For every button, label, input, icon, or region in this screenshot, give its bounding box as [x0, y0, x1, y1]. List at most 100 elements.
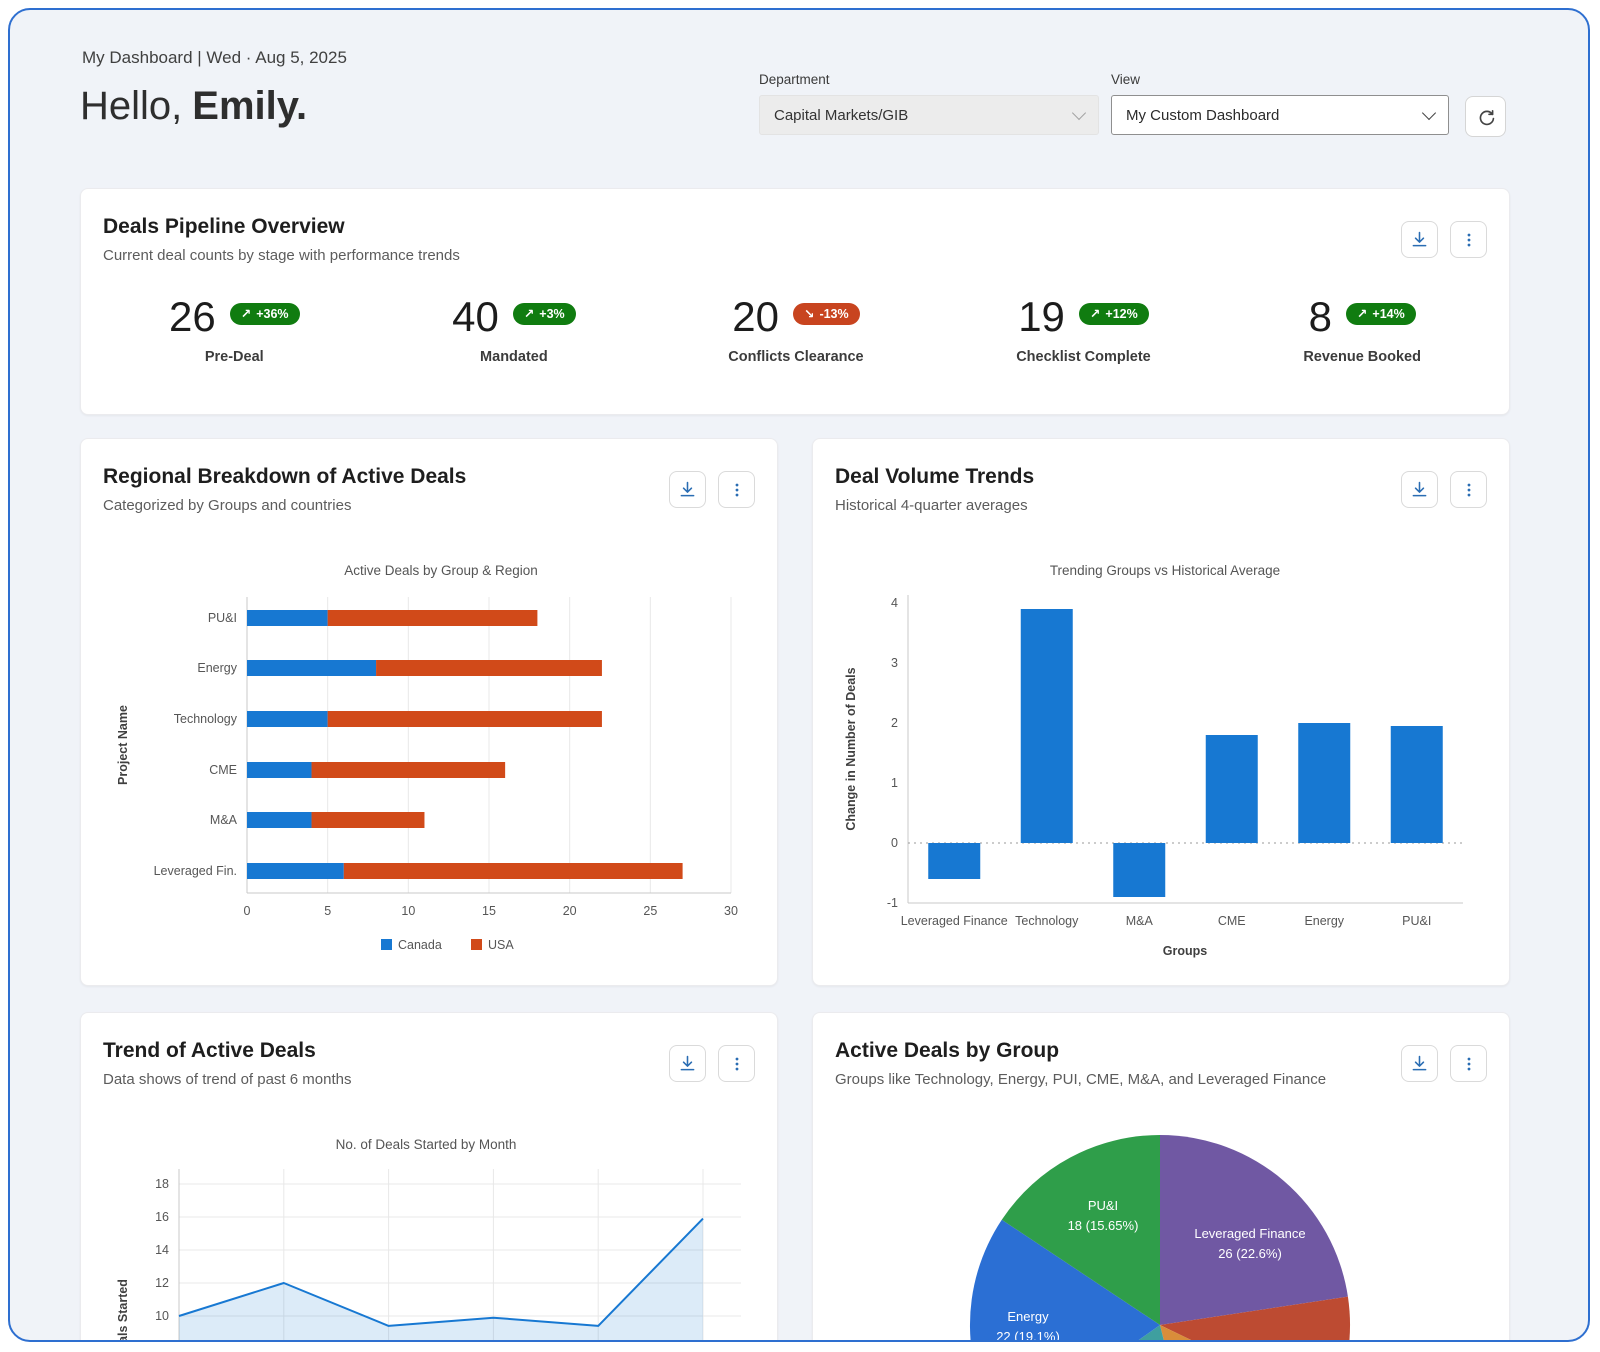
- svg-text:15: 15: [482, 904, 496, 918]
- kpi-label: Pre-Deal: [169, 349, 300, 365]
- svg-text:10: 10: [401, 904, 415, 918]
- deal-volume-trends-chart: Trending Groups vs Historical Average432…: [813, 555, 1509, 985]
- download-icon: [1409, 229, 1430, 250]
- kebab-menu-icon: [1459, 1054, 1479, 1074]
- card-title: Active Deals by Group: [835, 1039, 1059, 1063]
- svg-text:26 (22.6%): 26 (22.6%): [1218, 1246, 1282, 1261]
- svg-text:Leveraged Fin.: Leveraged Fin.: [154, 864, 237, 878]
- svg-text:PU&I: PU&I: [208, 611, 237, 625]
- kpi-label: Conflicts Clearance: [728, 349, 863, 365]
- trend-badge: ↗+14%: [1346, 303, 1416, 325]
- kpi-delta: +36%: [256, 307, 288, 321]
- svg-text:PU&I: PU&I: [1088, 1198, 1118, 1213]
- trend-up-icon: ↗: [1357, 306, 1367, 321]
- deals-trend-chart: No. of Deals Started by Month1816141210D…: [81, 1129, 777, 1342]
- active-deals-by-group-card: Active Deals by Group Groups like Techno…: [812, 1012, 1510, 1342]
- download-icon: [1409, 479, 1430, 500]
- kebab-menu-icon: [1459, 480, 1479, 500]
- svg-text:Energy: Energy: [197, 661, 237, 675]
- trend-badge: ↘-13%: [793, 303, 860, 325]
- refresh-icon: [1475, 106, 1497, 128]
- dashboard-page: My Dashboard | Wed · Aug 5, 2025 Hello,E…: [8, 8, 1590, 1342]
- kpi-revenue-booked: 8 ↗+14% Revenue Booked: [1303, 295, 1421, 365]
- svg-text:16: 16: [155, 1210, 169, 1224]
- kpi-value: 20: [732, 295, 779, 339]
- view-field: View My Custom Dashboard: [1111, 72, 1449, 135]
- svg-text:CME: CME: [209, 763, 237, 777]
- kebab-menu-icon: [727, 1054, 747, 1074]
- kpi-label: Revenue Booked: [1303, 349, 1421, 365]
- trend-up-icon: ↗: [524, 306, 534, 321]
- department-value: Capital Markets/GIB: [774, 107, 908, 124]
- svg-text:14: 14: [155, 1243, 169, 1257]
- kpi-delta: +12%: [1105, 307, 1137, 321]
- svg-text:25: 25: [643, 904, 657, 918]
- svg-text:No. of Deals Started by Month: No. of Deals Started by Month: [336, 1137, 517, 1152]
- trend-badge: ↗+12%: [1079, 303, 1149, 325]
- svg-text:Groups: Groups: [1163, 944, 1207, 958]
- kpi-conflicts-clearance: 20 ↘-13% Conflicts Clearance: [728, 295, 863, 365]
- card-subtitle: Groups like Technology, Energy, PUI, CME…: [835, 1071, 1326, 1088]
- svg-text:CME: CME: [1218, 914, 1246, 928]
- svg-text:USA: USA: [488, 938, 514, 952]
- page-title: Hello,Emily.: [80, 84, 307, 129]
- download-button[interactable]: [1401, 471, 1438, 508]
- kpi-delta: -13%: [819, 307, 848, 321]
- regional-breakdown-card: Regional Breakdown of Active Deals Categ…: [80, 438, 778, 986]
- trend-of-active-deals-card: Trend of Active Deals Data shows of tren…: [80, 1012, 778, 1342]
- kpi-row: 26 ↗+36% Pre-Deal 40 ↗+3% Mandated 20 ↘-…: [81, 295, 1509, 365]
- card-title: Deals Pipeline Overview: [103, 215, 345, 239]
- svg-text:Canada: Canada: [398, 938, 442, 952]
- more-options-button[interactable]: [1450, 1045, 1487, 1082]
- view-select[interactable]: My Custom Dashboard: [1111, 95, 1449, 135]
- download-button[interactable]: [1401, 1045, 1438, 1082]
- svg-text:Project Name: Project Name: [116, 705, 130, 785]
- svg-text:Technology: Technology: [1015, 914, 1079, 928]
- svg-text:18 (15.65%): 18 (15.65%): [1068, 1218, 1139, 1233]
- svg-text:Trending Groups vs Historical: Trending Groups vs Historical Average: [1050, 563, 1280, 578]
- svg-text:4: 4: [891, 596, 898, 610]
- kpi-value: 26: [169, 295, 216, 339]
- svg-text:10: 10: [155, 1309, 169, 1323]
- more-options-button[interactable]: [718, 471, 755, 508]
- department-select[interactable]: Capital Markets/GIB: [759, 95, 1099, 135]
- download-button[interactable]: [669, 1045, 706, 1082]
- department-label: Department: [759, 72, 1099, 87]
- svg-text:Energy: Energy: [1304, 914, 1344, 928]
- download-button[interactable]: [1401, 221, 1438, 258]
- svg-text:Change in Number of Deals: Change in Number of Deals: [844, 667, 858, 830]
- chevron-down-icon: [1072, 105, 1086, 119]
- deals-pipeline-card: Deals Pipeline Overview Current deal cou…: [80, 188, 1510, 415]
- svg-text:M&A: M&A: [1126, 914, 1154, 928]
- svg-text:5: 5: [324, 904, 331, 918]
- trend-badge: ↗+36%: [230, 303, 300, 325]
- more-options-button[interactable]: [718, 1045, 755, 1082]
- greeting-prefix: Hello,: [80, 84, 182, 128]
- view-label: View: [1111, 72, 1449, 87]
- svg-text:3: 3: [891, 656, 898, 670]
- more-options-button[interactable]: [1450, 471, 1487, 508]
- refresh-button[interactable]: [1465, 96, 1506, 137]
- kpi-value: 8: [1309, 295, 1332, 339]
- svg-text:20: 20: [563, 904, 577, 918]
- card-subtitle: Historical 4-quarter averages: [835, 497, 1028, 514]
- svg-text:1: 1: [891, 776, 898, 790]
- svg-text:0: 0: [244, 904, 251, 918]
- svg-text:PU&I: PU&I: [1402, 914, 1431, 928]
- kpi-pre-deal: 26 ↗+36% Pre-Deal: [169, 295, 300, 365]
- kpi-mandated: 40 ↗+3% Mandated: [452, 295, 576, 365]
- more-options-button[interactable]: [1450, 221, 1487, 258]
- kpi-delta: +3%: [539, 307, 564, 321]
- download-icon: [677, 1053, 698, 1074]
- svg-text:-1: -1: [887, 896, 898, 910]
- kpi-value: 19: [1018, 295, 1065, 339]
- download-icon: [677, 479, 698, 500]
- kpi-value: 40: [452, 295, 499, 339]
- kebab-menu-icon: [727, 480, 747, 500]
- download-button[interactable]: [669, 471, 706, 508]
- view-value: My Custom Dashboard: [1126, 107, 1279, 124]
- svg-text:Technology: Technology: [174, 712, 238, 726]
- svg-text:18: 18: [155, 1177, 169, 1191]
- kpi-checklist-complete: 19 ↗+12% Checklist Complete: [1016, 295, 1151, 365]
- chevron-down-icon: [1422, 105, 1436, 119]
